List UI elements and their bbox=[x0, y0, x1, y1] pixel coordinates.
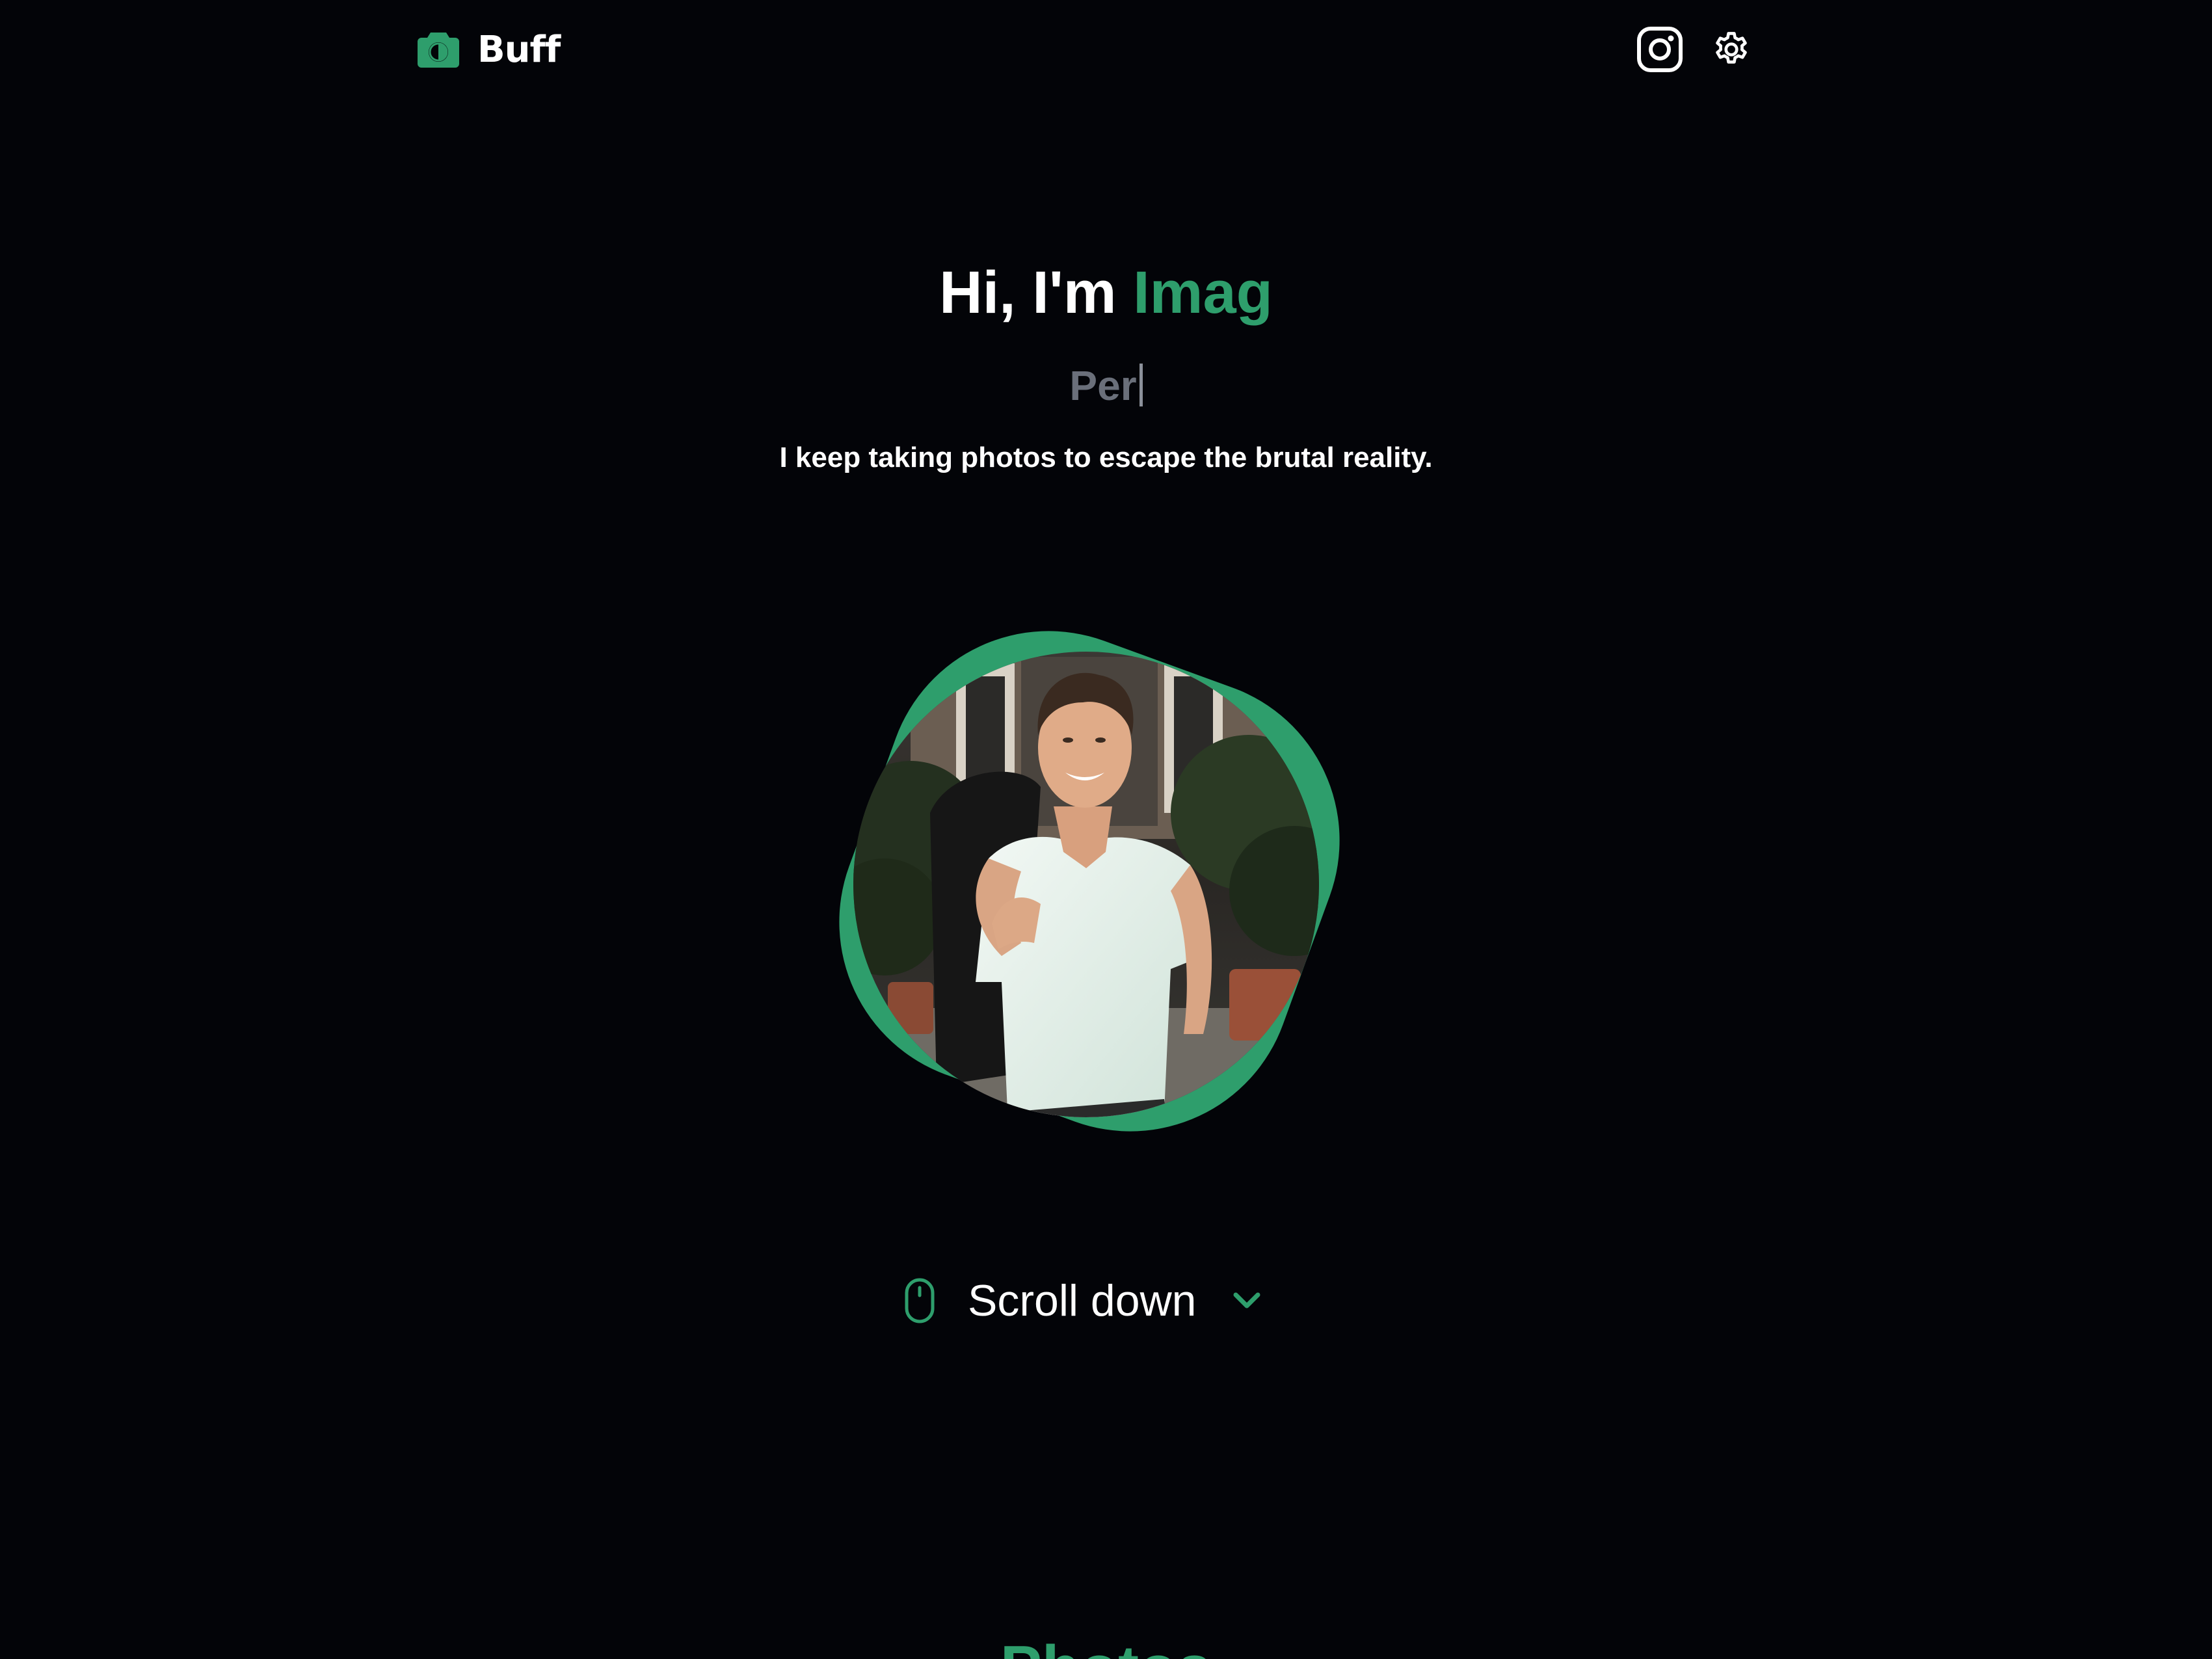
hero-title: Hi, I'm Imag bbox=[0, 254, 2212, 332]
settings-button[interactable] bbox=[1707, 25, 1756, 74]
camera-icon bbox=[418, 33, 459, 68]
instagram-link[interactable] bbox=[1635, 25, 1685, 74]
typing-caret bbox=[1139, 364, 1143, 406]
hero-greeting: Hi, I'm bbox=[939, 259, 1134, 326]
gear-icon bbox=[1716, 32, 1747, 64]
brand-logo-link[interactable]: Buff bbox=[416, 23, 561, 75]
chevron-down-icon bbox=[1233, 1292, 1260, 1308]
instagram-icon bbox=[1637, 27, 1683, 72]
scroll-down-link[interactable]: Scroll down bbox=[904, 1268, 1262, 1333]
hero-role-text: Per bbox=[1069, 362, 1137, 409]
profile-photo bbox=[839, 631, 1340, 1132]
scroll-down-label: Scroll down bbox=[968, 1276, 1197, 1325]
hero-role-typewriter: Per bbox=[0, 356, 2212, 415]
brand-name: Buff bbox=[477, 28, 561, 71]
photos-section-title: Photos bbox=[0, 1629, 2212, 1659]
hero-name: Imag bbox=[1133, 259, 1273, 326]
mouse-icon bbox=[905, 1278, 935, 1323]
hero-description: I keep taking photos to escape the bruta… bbox=[779, 442, 1433, 473]
header: Buff bbox=[416, 23, 1756, 75]
profile-blob bbox=[826, 618, 1353, 1145]
header-actions bbox=[1635, 23, 1756, 75]
page: Buff Hi, I'm Imag Per I keep taking phot… bbox=[0, 0, 2212, 1659]
